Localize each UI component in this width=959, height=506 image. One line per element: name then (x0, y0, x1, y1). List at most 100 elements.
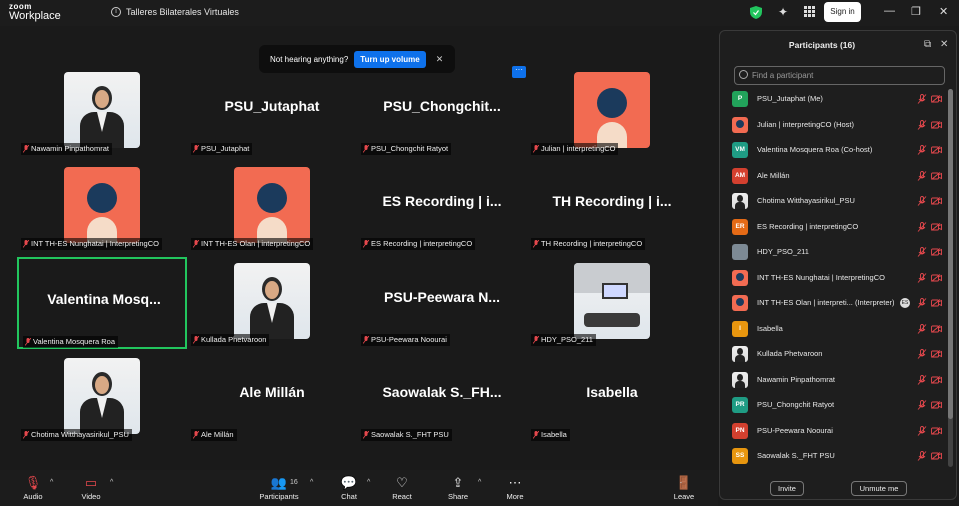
video-off-icon[interactable] (931, 274, 942, 282)
participant-search-input[interactable]: Find a participant (734, 66, 945, 85)
video-off-icon[interactable] (931, 376, 942, 384)
participant-tile[interactable]: PSU_Jutaphat PSU_Jutaphat (187, 66, 357, 158)
video-off-icon[interactable] (931, 121, 942, 129)
participant-tile[interactable]: Isabella Isabella (527, 352, 697, 444)
mic-muted-icon[interactable] (917, 273, 927, 283)
chat-button[interactable]: 💬 Chat (336, 474, 362, 501)
participant-name-label: Ale Millán (191, 429, 237, 441)
mic-muted-icon[interactable] (917, 400, 927, 410)
participant-row[interactable]: INT TH-ES Nunghatai | InterpretingCO (730, 268, 946, 288)
participant-big-name: TH Recording | i... (552, 193, 672, 209)
participant-tile[interactable]: PSU-Peewara N... PSU-Peewara Noourai (357, 257, 527, 349)
mic-muted-icon[interactable] (917, 94, 927, 104)
shield-icon[interactable] (750, 6, 762, 19)
audio-button[interactable]: 🎙 Audio (18, 474, 48, 501)
video-off-icon[interactable] (931, 197, 942, 205)
participant-row[interactable]: Julian | interpretingCO (Host) (730, 115, 946, 135)
mic-muted-icon[interactable] (917, 222, 927, 232)
toast-close-icon[interactable]: ✕ (436, 54, 444, 65)
participant-row[interactable]: Nawamin Pinpathomrat (730, 370, 946, 390)
participant-row[interactable]: PN PSU-Peewara Noourai (730, 421, 946, 441)
video-off-icon[interactable] (931, 223, 942, 231)
participant-row[interactable]: AM Ale Millán (730, 166, 946, 186)
popout-icon[interactable]: ⧉ (924, 39, 931, 50)
participant-row[interactable]: ER ES Recording | interpretingCO (730, 217, 946, 237)
participant-tile[interactable]: Valentina Mosq... Valentina Mosquera Roa (17, 257, 187, 349)
share-button[interactable]: ⇪ Share (444, 474, 472, 501)
video-off-icon[interactable] (931, 427, 942, 435)
participant-name: INT TH-ES Nunghatai | InterpretingCO (31, 239, 159, 248)
participant-list-name: HDY_PSO_211 (757, 247, 809, 256)
audio-label: Audio (23, 492, 43, 501)
participant-row[interactable]: I Isabella (730, 319, 946, 339)
mic-muted-icon[interactable] (917, 426, 927, 436)
default-avatar (64, 167, 140, 243)
video-off-icon[interactable] (931, 350, 942, 358)
unmute-me-button[interactable]: Unmute me (851, 481, 907, 496)
video-off-icon[interactable] (931, 248, 942, 256)
video-off-icon[interactable] (931, 146, 942, 154)
react-button[interactable]: ♡ React (388, 474, 416, 501)
participant-tile[interactable]: TH Recording | i... TH Recording | interp… (527, 161, 697, 253)
mic-muted-icon[interactable] (917, 120, 927, 130)
mic-muted-icon (23, 240, 29, 248)
leave-button[interactable]: 🚪 Leave (670, 474, 698, 501)
share-caret-icon[interactable]: ^ (478, 479, 481, 486)
mic-muted-icon[interactable] (917, 171, 927, 181)
apps-grid-icon[interactable] (804, 6, 815, 17)
video-off-icon[interactable] (931, 452, 942, 460)
video-off-icon[interactable] (931, 325, 942, 333)
participant-tile[interactable]: Kullada Phetvaroon (187, 257, 357, 349)
restore-icon[interactable]: ❐ (911, 5, 921, 18)
mic-muted-icon[interactable] (917, 145, 927, 155)
participant-tile[interactable]: Saowalak S._FH... Saowalak S._FHT PSU (357, 352, 527, 444)
close-panel-icon[interactable]: ✕ (940, 39, 948, 50)
chat-caret-icon[interactable]: ^ (367, 479, 370, 486)
close-window-icon[interactable]: ✕ (939, 5, 948, 18)
participant-tile[interactable]: HDY_PSO_211 (527, 257, 697, 349)
audio-caret-icon[interactable]: ^ (50, 479, 53, 486)
mic-muted-icon[interactable] (917, 451, 927, 461)
ai-companion-icon[interactable]: ✦ (778, 5, 788, 19)
more-button[interactable]: ⋯ More (501, 474, 529, 501)
participant-tile[interactable]: PSU_Chongchit... PSU_Chongchit Ratyot (357, 66, 527, 158)
mic-muted-icon[interactable] (917, 375, 927, 385)
mic-muted-icon[interactable] (917, 324, 927, 334)
participant-tile[interactable]: INT TH-ES Olan | interpretingCO (187, 161, 357, 253)
participants-caret-icon[interactable]: ^ (310, 479, 313, 486)
participant-row[interactable]: Chotima Witthayasirikul_PSU (730, 191, 946, 211)
participant-tile[interactable]: Ale Millán Ale Millán (187, 352, 357, 444)
participant-tile[interactable]: Julian | interpretingCO (527, 66, 697, 158)
participant-tile[interactable]: INT TH-ES Nunghatai | InterpretingCO (17, 161, 187, 253)
video-button[interactable]: ▭ Video (76, 474, 106, 501)
invite-button[interactable]: Invite (770, 481, 804, 496)
video-caret-icon[interactable]: ^ (110, 479, 113, 486)
meeting-info[interactable]: i Talleres Bilaterales Virtuales (111, 7, 239, 17)
participant-tile[interactable]: Chotima Witthayasirikul_PSU (17, 352, 187, 444)
participant-tile[interactable]: Nawamin Pinpathomrat (17, 66, 187, 158)
participant-video (64, 358, 140, 434)
mic-muted-icon[interactable] (917, 298, 927, 308)
participant-row[interactable]: PR PSU_Chongchit Ratyot (730, 395, 946, 415)
video-off-icon[interactable] (931, 95, 942, 103)
participant-name: INT TH-ES Olan | interpretingCO (201, 239, 311, 248)
participant-row[interactable]: SS Saowalak S._FHT PSU (730, 446, 946, 466)
video-off-icon[interactable] (931, 401, 942, 409)
participant-tile[interactable]: ES Recording | i... ES Recording | interp… (357, 161, 527, 253)
info-icon: i (111, 7, 121, 17)
mic-muted-icon[interactable] (917, 349, 927, 359)
video-off-icon[interactable] (931, 299, 942, 307)
participant-row[interactable]: INT TH-ES Olan | interpreti... (Interpre… (730, 293, 946, 313)
video-off-icon[interactable] (931, 172, 942, 180)
mic-muted-icon[interactable] (917, 247, 927, 257)
participant-row[interactable]: Kullada Phetvaroon (730, 344, 946, 364)
participant-row[interactable]: VM Valentina Mosquera Roa (Co-host) (730, 140, 946, 160)
participant-scrollbar[interactable] (948, 89, 953, 467)
minimize-icon[interactable]: — (884, 5, 895, 17)
mic-muted-icon[interactable] (917, 196, 927, 206)
participant-name: TH Recording | interpretingCO (541, 239, 643, 248)
sign-in-button[interactable]: Sign in (824, 2, 861, 22)
participant-row[interactable]: P PSU_Jutaphat (Me) (730, 89, 946, 109)
participant-row[interactable]: HDY_PSO_211 (730, 242, 946, 262)
turn-up-volume-button[interactable]: Turn up volume (354, 50, 426, 68)
